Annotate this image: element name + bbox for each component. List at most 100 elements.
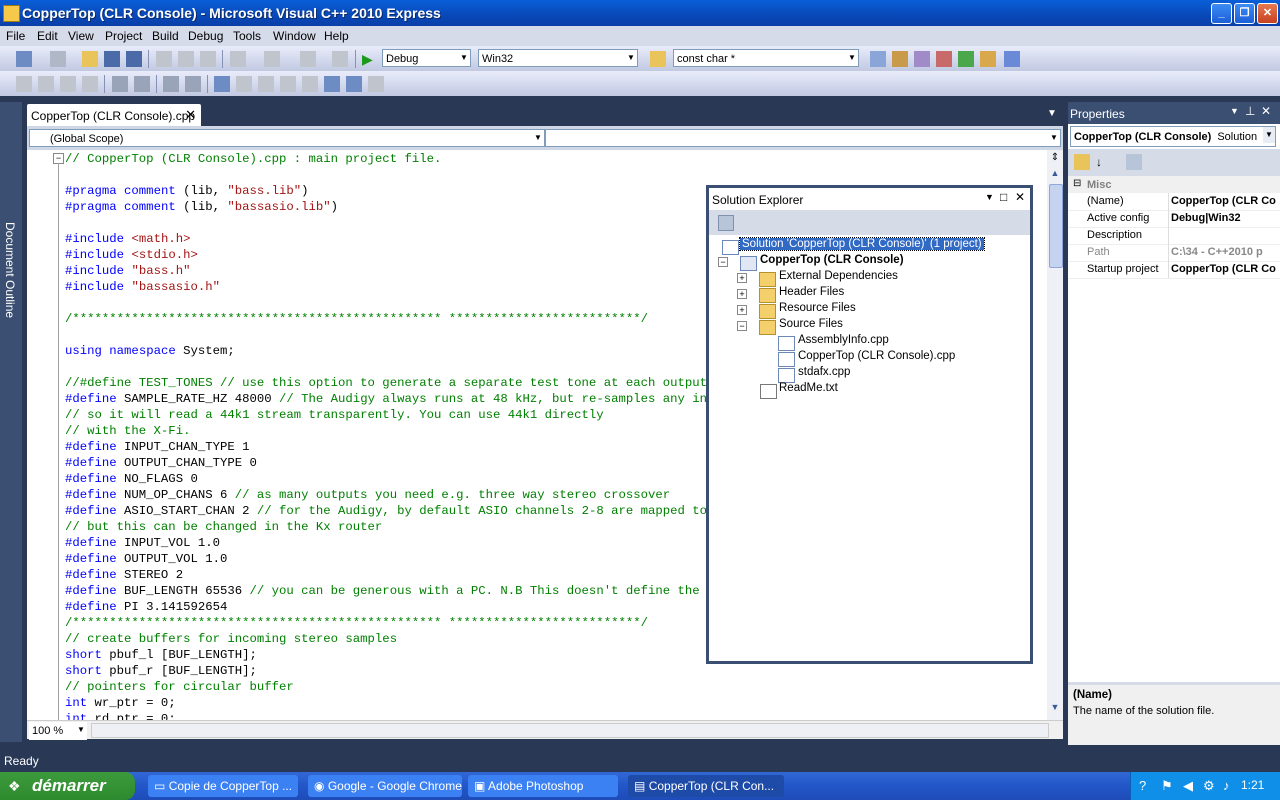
- editor-vertical-scrollbar[interactable]: ⇕ ▲ ▼: [1047, 150, 1063, 720]
- document-outline-strip[interactable]: Document Outline: [0, 102, 22, 742]
- code-line[interactable]: #pragma comment (lib, "bassasio.lib"): [65, 199, 338, 215]
- decrease-indent-icon[interactable]: [112, 76, 128, 92]
- project-collapse-icon[interactable]: −: [718, 257, 728, 267]
- tree-source-files[interactable]: Source Files: [779, 318, 843, 330]
- property-row[interactable]: Startup project CopperTop (CLR Co: [1068, 261, 1280, 279]
- undo-icon[interactable]: [230, 51, 246, 67]
- zoom-select[interactable]: 100 % ▼: [29, 722, 87, 740]
- menu-view[interactable]: View: [68, 29, 94, 43]
- document-outline-label[interactable]: Document Outline: [3, 222, 17, 318]
- code-line[interactable]: #define SAMPLE_RATE_HZ 48000 // The Audi…: [65, 391, 744, 407]
- taskbar-item-photoshop[interactable]: ▣ Adobe Photoshop: [468, 775, 618, 797]
- navigate-backward-icon[interactable]: [300, 51, 316, 67]
- categorized-icon[interactable]: [1074, 154, 1090, 170]
- scroll-thumb[interactable]: [1049, 184, 1063, 268]
- tree-project[interactable]: CopperTop (CLR Console): [760, 254, 904, 266]
- code-line[interactable]: #include "bassasio.h": [65, 279, 220, 295]
- add-item-icon[interactable]: [50, 51, 66, 67]
- menu-window[interactable]: Window: [273, 29, 316, 43]
- code-line[interactable]: #include <math.h>: [65, 231, 190, 247]
- code-line[interactable]: #define NUM_OP_CHANS 6 // as many output…: [65, 487, 670, 503]
- code-line[interactable]: #define ASIO_START_CHAN 2 // for the Aud…: [65, 503, 744, 519]
- menu-edit[interactable]: Edit: [37, 29, 58, 43]
- solution-configuration-select[interactable]: Debug ▼: [382, 49, 471, 67]
- menu-debug[interactable]: Debug: [188, 29, 223, 43]
- taskbar-item-chrome[interactable]: ◉ Google - Google Chrome: [308, 775, 462, 797]
- find-in-files-icon[interactable]: [650, 51, 666, 67]
- code-line[interactable]: int rd_ptr = 0;: [65, 711, 176, 720]
- alphabetical-icon[interactable]: ↓: [1096, 154, 1112, 170]
- tree-resource-files[interactable]: Resource Files: [779, 302, 856, 314]
- prev-bookmark-folder-icon[interactable]: [280, 76, 296, 92]
- property-row[interactable]: (Name) CopperTop (CLR Co: [1068, 193, 1280, 211]
- start-button[interactable]: ❖ démarrer: [0, 772, 135, 800]
- expand-icon[interactable]: +: [737, 305, 747, 315]
- code-line[interactable]: #pragma comment (lib, "bass.lib"): [65, 183, 309, 199]
- toggle-bookmark-icon[interactable]: [214, 76, 230, 92]
- next-bookmark-icon[interactable]: [258, 76, 274, 92]
- tree-file-coppertop[interactable]: CopperTop (CLR Console).cpp: [798, 350, 955, 362]
- menu-file[interactable]: File: [6, 29, 25, 43]
- copy-icon[interactable]: [178, 51, 194, 67]
- new-project-icon[interactable]: [16, 51, 32, 67]
- app-icon[interactable]: [3, 5, 20, 22]
- properties-icon[interactable]: [718, 215, 734, 231]
- taskbar-item-explorer[interactable]: ▭ Copie de CopperTop ...: [148, 775, 298, 797]
- redo-icon[interactable]: [264, 51, 280, 67]
- safely-remove-icon[interactable]: ⚙: [1203, 778, 1215, 794]
- code-line[interactable]: // CopperTop (CLR Console).cpp : main pr…: [65, 151, 441, 167]
- solution-platform-select[interactable]: Win32 ▼: [478, 49, 638, 67]
- code-line[interactable]: // create buffers for incoming stereo sa…: [65, 631, 397, 647]
- split-handle-icon[interactable]: ⇕: [1049, 152, 1061, 166]
- expand-icon[interactable]: +: [737, 273, 747, 283]
- code-line[interactable]: // with the X-Fi.: [65, 423, 190, 439]
- scroll-up-icon[interactable]: ▲: [1049, 168, 1061, 182]
- code-line[interactable]: #define OUTPUT_VOL 1.0: [65, 551, 227, 567]
- code-line[interactable]: //#define TEST_TONES // use this option …: [65, 375, 707, 391]
- expand-icon[interactable]: +: [737, 289, 747, 299]
- member-select[interactable]: ▼: [545, 129, 1061, 147]
- open-file-icon[interactable]: [82, 51, 98, 67]
- horizontal-scrollbar[interactable]: [91, 723, 1049, 738]
- property-pages-icon[interactable]: [1126, 154, 1142, 170]
- class-view-icon[interactable]: [980, 51, 996, 67]
- code-line[interactable]: #define OUTPUT_CHAN_TYPE 0: [65, 455, 257, 471]
- code-line[interactable]: #define INPUT_CHAN_TYPE 1: [65, 439, 249, 455]
- toolbox-icon[interactable]: [936, 51, 952, 67]
- comment-lines-icon[interactable]: [163, 76, 179, 92]
- window-position-icon[interactable]: ▼: [1230, 106, 1239, 116]
- clear-bookmarks-icon[interactable]: [368, 76, 384, 92]
- pin-icon[interactable]: ⊥: [1245, 104, 1255, 118]
- menu-project[interactable]: Project: [105, 29, 142, 43]
- parameter-info-icon[interactable]: [38, 76, 54, 92]
- object-browser-icon[interactable]: [914, 51, 930, 67]
- code-line[interactable]: #define BUF_LENGTH 65536 // you can be g…: [65, 583, 744, 599]
- maximize-button[interactable]: ❐: [1234, 3, 1255, 24]
- increase-indent-icon[interactable]: [134, 76, 150, 92]
- next-bookmark-folder-icon[interactable]: [302, 76, 318, 92]
- prev-bookmark-doc-icon[interactable]: [324, 76, 340, 92]
- volume-icon[interactable]: ♪: [1223, 778, 1230, 793]
- code-line[interactable]: #define PI 3.141592654: [65, 599, 227, 615]
- code-line[interactable]: #define NO_FLAGS 0: [65, 471, 198, 487]
- next-bookmark-doc-icon[interactable]: [346, 76, 362, 92]
- maximize-pane-icon[interactable]: □: [1000, 190, 1007, 204]
- code-line[interactable]: /***************************************…: [65, 311, 648, 327]
- start-page-icon[interactable]: [958, 51, 974, 67]
- category-misc[interactable]: ⊟ Misc: [1068, 176, 1280, 193]
- start-debugging-icon[interactable]: ▶: [362, 51, 378, 67]
- tab-coppertop-cpp[interactable]: CopperTop (CLR Console).cpp ✕: [27, 104, 201, 126]
- tree-header-files[interactable]: Header Files: [779, 286, 844, 298]
- menu-build[interactable]: Build: [152, 29, 179, 43]
- window-position-icon[interactable]: ▼: [985, 192, 994, 202]
- code-line[interactable]: #define STEREO 2: [65, 567, 183, 583]
- help-icon[interactable]: ?: [1139, 778, 1146, 793]
- code-line[interactable]: int wr_ptr = 0;: [65, 695, 176, 711]
- arrow-icon[interactable]: ◀: [1183, 778, 1193, 794]
- cut-icon[interactable]: [156, 51, 172, 67]
- scope-select[interactable]: (Global Scope) ▼: [29, 129, 545, 147]
- code-line[interactable]: // so it will read a 44k1 stream transpa…: [65, 407, 604, 423]
- minimize-button[interactable]: _: [1211, 3, 1232, 24]
- code-line[interactable]: // but this can be changed in the Kx rou…: [65, 519, 382, 535]
- properties-window-icon[interactable]: [892, 51, 908, 67]
